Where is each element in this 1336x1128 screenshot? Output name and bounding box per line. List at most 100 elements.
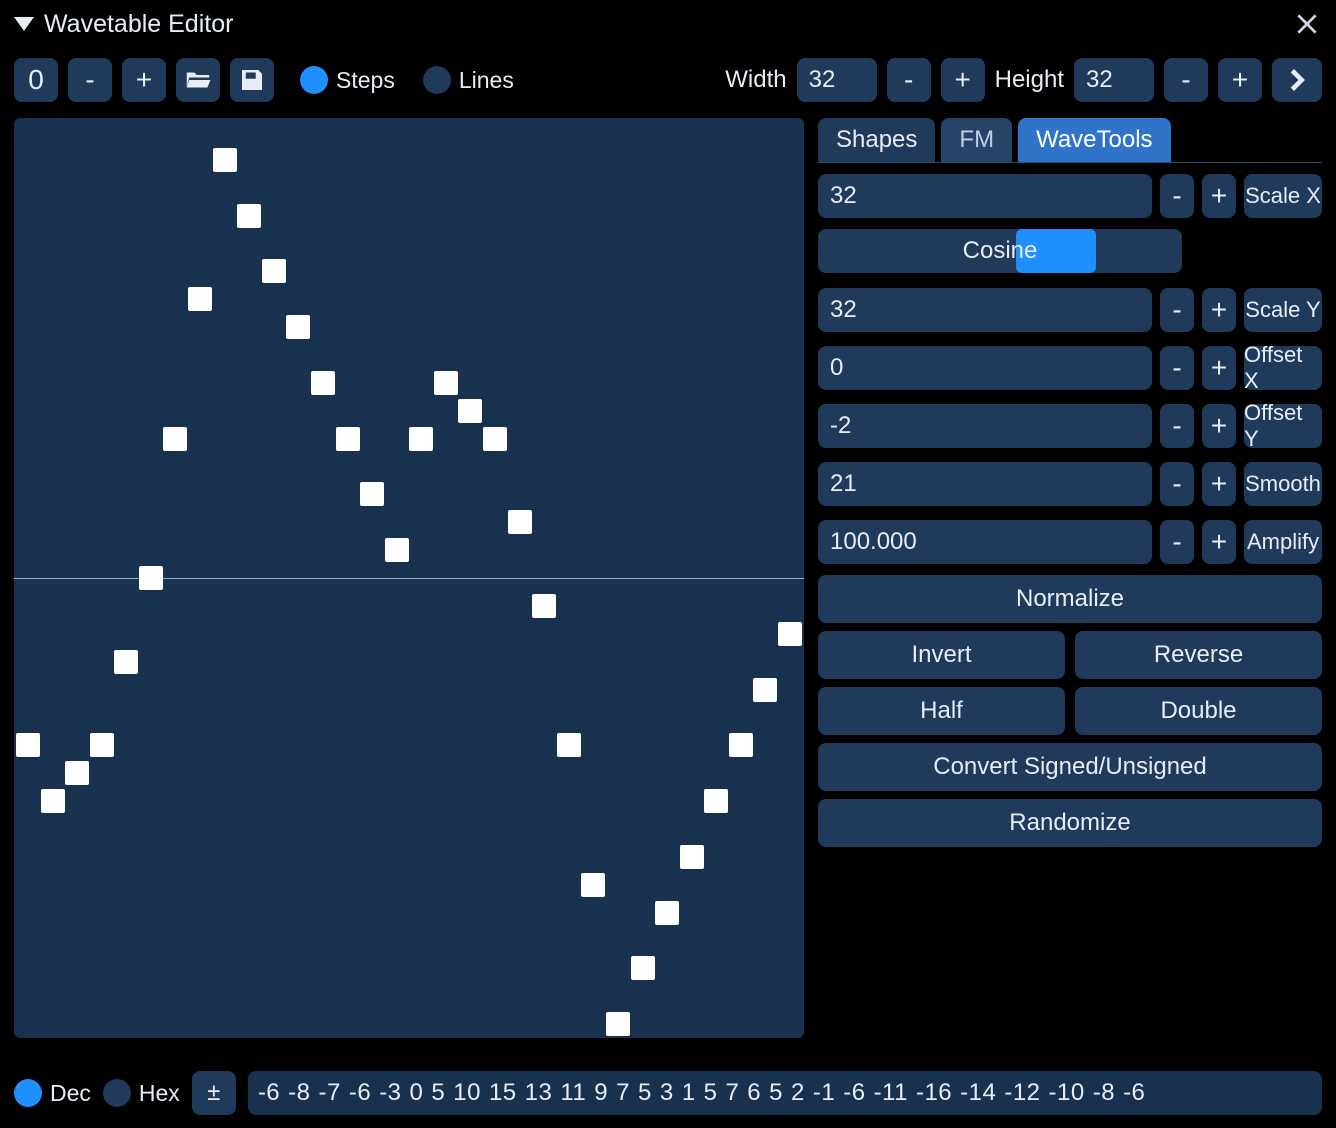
width-label: Width — [725, 66, 786, 94]
width-plus-button[interactable]: + — [941, 58, 985, 102]
waveform-label: Cosine — [963, 237, 1038, 265]
scale-x-plus-button[interactable]: + — [1202, 174, 1236, 218]
radio-dot-off-icon — [103, 1079, 131, 1107]
convert-signed-button[interactable]: Convert Signed/Unsigned — [818, 743, 1322, 791]
tab-wavetools[interactable]: WaveTools — [1018, 118, 1170, 162]
dropdown-triangle-icon[interactable] — [14, 17, 34, 31]
sequence-value: 10 — [453, 1079, 481, 1107]
sequence-display[interactable]: -6-8-7-6-305101513119753157652-1-6-11-16… — [248, 1071, 1322, 1115]
wave-point[interactable] — [90, 733, 114, 757]
wave-point[interactable] — [753, 678, 777, 702]
wave-point[interactable] — [434, 371, 458, 395]
sequence-value: 5 — [431, 1079, 445, 1107]
offset-x-minus-button[interactable]: - — [1160, 346, 1194, 390]
wave-point[interactable] — [262, 259, 286, 283]
save-button[interactable] — [230, 58, 274, 102]
wave-point[interactable] — [163, 427, 187, 451]
wave-point[interactable] — [213, 148, 237, 172]
wave-point[interactable] — [508, 510, 532, 534]
width-minus-button[interactable]: - — [887, 58, 931, 102]
scale-y-plus-button[interactable]: + — [1202, 288, 1236, 332]
expand-button[interactable] — [1272, 58, 1322, 102]
smooth-minus-button[interactable]: - — [1160, 462, 1194, 506]
normalize-button[interactable]: Normalize — [818, 575, 1322, 623]
sequence-value: 0 — [410, 1079, 424, 1107]
close-button[interactable] — [1292, 9, 1322, 39]
toolbar: 0 - + Steps Lines Width - + Height - + — [0, 50, 1336, 110]
wave-point[interactable] — [729, 733, 753, 757]
wave-point[interactable] — [483, 427, 507, 451]
wave-point[interactable] — [655, 901, 679, 925]
smooth-plus-button[interactable]: + — [1202, 462, 1236, 506]
smooth-input[interactable] — [818, 462, 1152, 506]
height-label: Height — [995, 66, 1064, 94]
wave-point[interactable] — [704, 789, 728, 813]
offset-y-minus-button[interactable]: - — [1160, 404, 1194, 448]
amplify-plus-button[interactable]: + — [1202, 520, 1236, 564]
height-input[interactable] — [1074, 58, 1154, 102]
wave-point[interactable] — [360, 482, 384, 506]
tab-shapes[interactable]: Shapes — [818, 118, 935, 162]
sign-toggle-button[interactable]: ± — [192, 1071, 236, 1115]
open-button[interactable] — [176, 58, 220, 102]
smooth-label: Smooth — [1244, 462, 1322, 506]
wave-point[interactable] — [385, 538, 409, 562]
scale-y-input[interactable] — [818, 288, 1152, 332]
wave-point[interactable] — [557, 733, 581, 757]
offset-x-plus-button[interactable]: + — [1202, 346, 1236, 390]
scale-y-label: Scale Y — [1244, 288, 1322, 332]
waveform-selector[interactable]: Cosine — [818, 229, 1182, 273]
scale-x-minus-button[interactable]: - — [1160, 174, 1194, 218]
slot-minus-button[interactable]: - — [68, 58, 112, 102]
sequence-value: -7 — [319, 1079, 341, 1107]
width-input[interactable] — [797, 58, 877, 102]
wave-point[interactable] — [581, 873, 605, 897]
scale-x-input[interactable] — [818, 174, 1152, 218]
offset-y-plus-button[interactable]: + — [1202, 404, 1236, 448]
wave-point[interactable] — [631, 956, 655, 980]
sequence-value: 9 — [594, 1079, 608, 1107]
sequence-value: 5 — [704, 1079, 718, 1107]
invert-button[interactable]: Invert — [818, 631, 1065, 679]
steps-radio[interactable]: Steps — [300, 66, 395, 94]
wave-point[interactable] — [458, 399, 482, 423]
sequence-value: -6 — [258, 1079, 280, 1107]
sequence-value: -12 — [1004, 1079, 1040, 1107]
reverse-button[interactable]: Reverse — [1075, 631, 1322, 679]
wave-point[interactable] — [311, 371, 335, 395]
sequence-value: 13 — [525, 1079, 553, 1107]
wave-point[interactable] — [188, 287, 212, 311]
randomize-button[interactable]: Randomize — [818, 799, 1322, 847]
scale-y-minus-button[interactable]: - — [1160, 288, 1194, 332]
wave-point[interactable] — [139, 566, 163, 590]
wave-point[interactable] — [114, 650, 138, 674]
slot-button[interactable]: 0 — [14, 58, 58, 102]
height-minus-button[interactable]: - — [1164, 58, 1208, 102]
double-button[interactable]: Double — [1075, 687, 1322, 735]
tab-fm[interactable]: FM — [941, 118, 1012, 162]
wave-point[interactable] — [286, 315, 310, 339]
height-plus-button[interactable]: + — [1218, 58, 1262, 102]
lines-radio[interactable]: Lines — [423, 66, 514, 94]
wave-point[interactable] — [237, 204, 261, 228]
hex-radio[interactable]: Hex — [103, 1079, 180, 1107]
half-button[interactable]: Half — [818, 687, 1065, 735]
offset-y-input[interactable] — [818, 404, 1152, 448]
wave-point[interactable] — [680, 845, 704, 869]
wave-point[interactable] — [16, 733, 40, 757]
slot-plus-button[interactable]: + — [122, 58, 166, 102]
wavetable-canvas[interactable] — [14, 118, 804, 1038]
amplify-input[interactable] — [818, 520, 1152, 564]
wave-point[interactable] — [409, 427, 433, 451]
wave-point[interactable] — [336, 427, 360, 451]
radio-dot-on-icon — [14, 1079, 42, 1107]
sequence-value: -14 — [960, 1079, 996, 1107]
offset-x-input[interactable] — [818, 346, 1152, 390]
wave-point[interactable] — [606, 1012, 630, 1036]
wave-point[interactable] — [41, 789, 65, 813]
wave-point[interactable] — [65, 761, 89, 785]
wave-point[interactable] — [532, 594, 556, 618]
wave-point[interactable] — [778, 622, 802, 646]
amplify-minus-button[interactable]: - — [1160, 520, 1194, 564]
dec-radio[interactable]: Dec — [14, 1079, 91, 1107]
